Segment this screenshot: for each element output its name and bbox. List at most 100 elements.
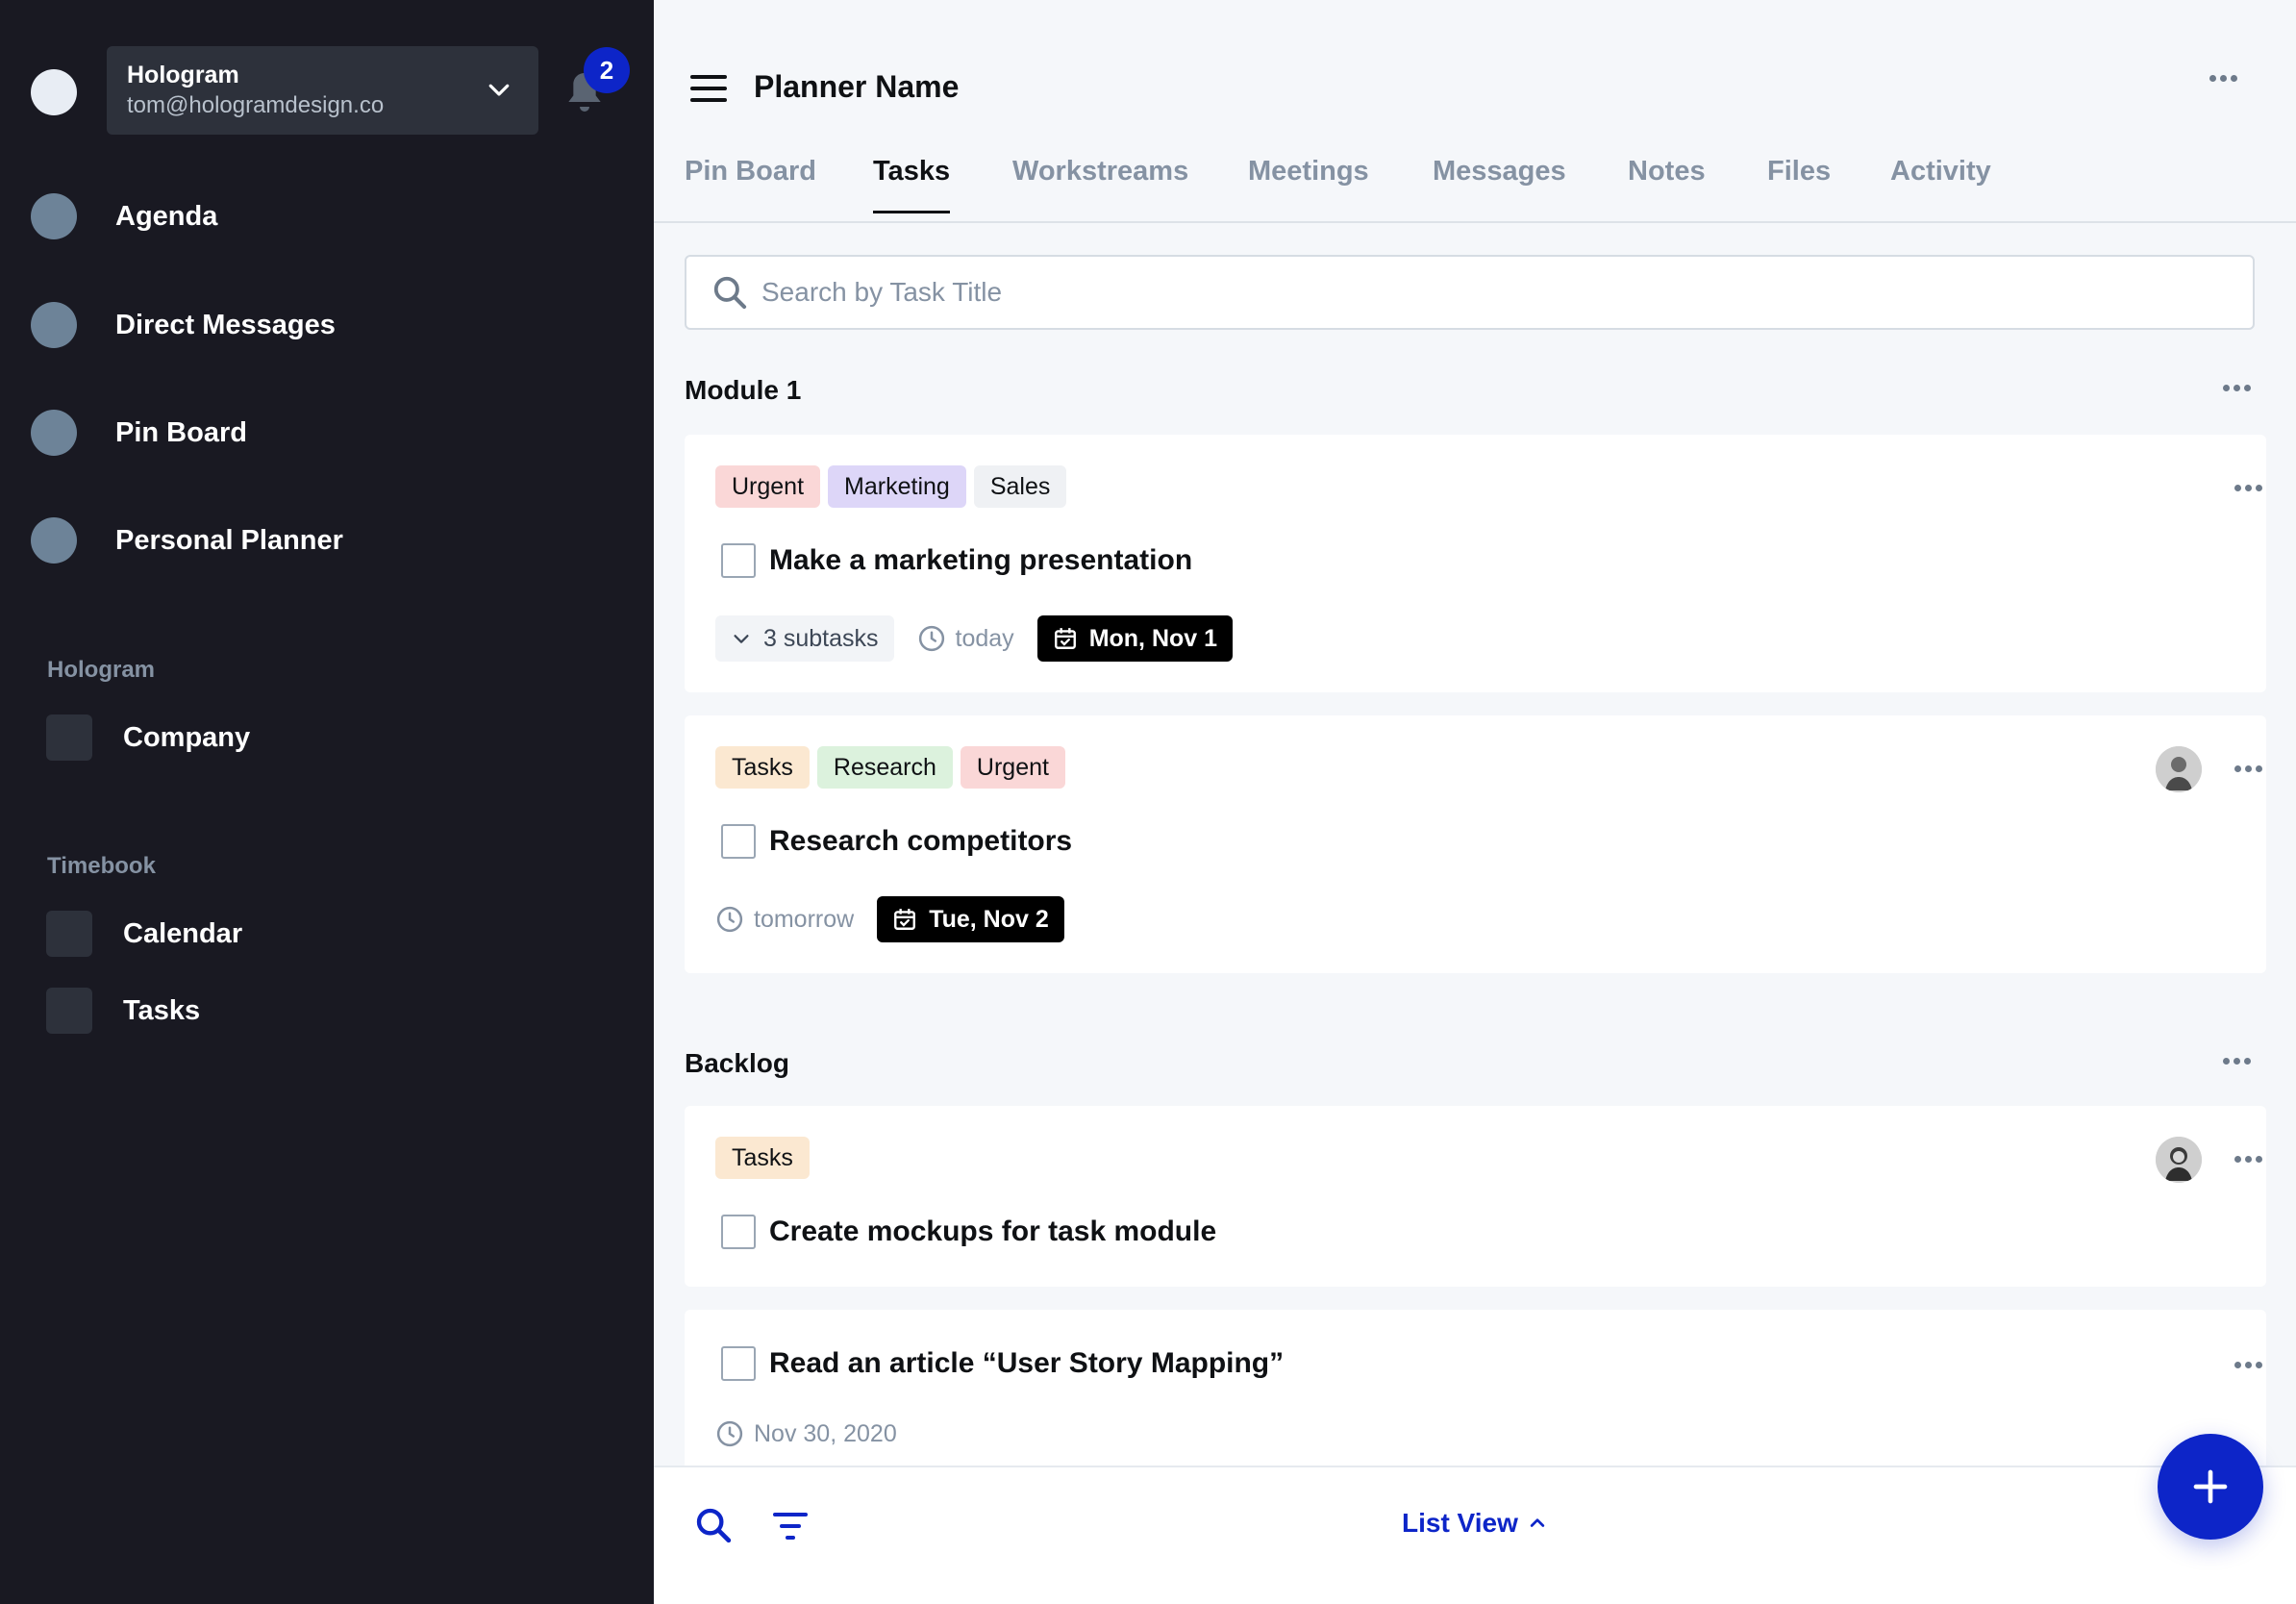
due-time-label: today	[955, 624, 1014, 652]
search-icon[interactable]	[694, 1506, 733, 1544]
sidebar-item-label: Company	[123, 721, 251, 753]
task-card[interactable]: Urgent Marketing Sales Make a marketing …	[685, 435, 2266, 692]
search-input[interactable]	[761, 277, 2108, 308]
main-panel: Planner Name Pin Board Tasks Workstreams…	[654, 0, 2296, 1604]
tab-files[interactable]: Files	[1767, 156, 1831, 211]
tab-pin-board[interactable]: Pin Board	[685, 156, 816, 211]
task-title[interactable]: Make a marketing presentation	[769, 544, 1192, 577]
tab-messages[interactable]: Messages	[1433, 156, 1566, 211]
group-title-module-1: Module 1	[685, 375, 802, 405]
task-meta: 3 subtasks today Mon, Nov 1	[715, 615, 1234, 662]
tag-tasks[interactable]: Tasks	[715, 1137, 810, 1179]
tag-marketing[interactable]: Marketing	[828, 465, 966, 508]
tag-list: Tasks	[715, 1137, 810, 1179]
subtasks-count: 3 subtasks	[763, 624, 879, 652]
add-task-button[interactable]	[2158, 1434, 2263, 1540]
view-switcher-label: List View	[1402, 1508, 1518, 1538]
filter-icon[interactable]	[771, 1510, 810, 1542]
sidebar-item-direct-messages[interactable]: Direct Messages	[31, 302, 336, 348]
calendar-check-icon	[894, 909, 916, 930]
sidebar-item-personal-planner[interactable]: Personal Planner	[31, 517, 343, 564]
task-meta: Nov 30, 2020	[715, 1419, 897, 1448]
task-card[interactable]: Tasks Create mockups for task module	[685, 1106, 2266, 1287]
more-icon[interactable]	[2234, 1362, 2262, 1368]
task-checkbox[interactable]	[721, 1346, 756, 1381]
more-icon[interactable]	[2223, 1058, 2251, 1065]
menu-icon[interactable]	[690, 74, 727, 103]
account-name: Hologram	[127, 62, 239, 88]
due-time: today	[917, 624, 1014, 653]
view-switcher[interactable]: List View	[1402, 1508, 1547, 1539]
section-title-hologram: Hologram	[47, 657, 156, 683]
clock-icon	[918, 625, 944, 652]
task-checkbox[interactable]	[721, 1215, 756, 1249]
tab-activity[interactable]: Activity	[1890, 156, 1991, 211]
group-title-backlog: Backlog	[685, 1048, 789, 1078]
person-icon	[2156, 1137, 2202, 1183]
due-time-label: Nov 30, 2020	[754, 1419, 897, 1447]
agenda-icon	[31, 193, 77, 239]
sidebar: Hologram tom@hologramdesign.co 2 Agenda …	[0, 0, 654, 1604]
sidebar-item-label: Tasks	[123, 994, 201, 1026]
sidebar-item-pin-board[interactable]: Pin Board	[31, 410, 247, 456]
task-checkbox[interactable]	[721, 543, 756, 578]
more-icon[interactable]	[2223, 385, 2251, 391]
tag-list: Tasks Research Urgent	[715, 746, 1065, 789]
sidebar-item-label: Calendar	[123, 917, 243, 949]
assignee-avatar[interactable]	[2156, 746, 2202, 792]
calendar-icon	[46, 911, 92, 957]
due-time: Nov 30, 2020	[715, 1419, 897, 1448]
due-date-badge[interactable]: Mon, Nov 1	[1036, 615, 1234, 662]
task-title[interactable]: Read an article “User Story Mapping”	[769, 1347, 1284, 1380]
tab-notes[interactable]: Notes	[1628, 156, 1706, 211]
task-title[interactable]: Research competitors	[769, 825, 1072, 858]
sidebar-item-label: Agenda	[115, 200, 218, 232]
sidebar-item-company[interactable]: Company	[46, 714, 250, 761]
tab-meetings[interactable]: Meetings	[1248, 156, 1369, 211]
task-card[interactable]: Tasks Research Urgent Research competito…	[685, 715, 2266, 973]
account-switcher[interactable]: Hologram tom@hologramdesign.co	[107, 46, 538, 135]
tag-list: Urgent Marketing Sales	[715, 465, 1067, 508]
subtasks-toggle[interactable]: 3 subtasks	[715, 615, 894, 662]
tag-urgent[interactable]: Urgent	[715, 465, 821, 508]
tag-tasks[interactable]: Tasks	[715, 746, 810, 789]
clock-icon	[716, 1420, 743, 1447]
bottom-toolbar: List View	[654, 1466, 2296, 1604]
calendar-check-icon	[1054, 628, 1076, 649]
tab-workstreams[interactable]: Workstreams	[1012, 156, 1188, 211]
account-avatar[interactable]	[31, 69, 77, 115]
account-email: tom@hologramdesign.co	[127, 92, 385, 118]
search-bar	[685, 255, 2255, 330]
more-icon[interactable]	[2209, 75, 2237, 82]
personal-planner-icon	[31, 517, 77, 564]
tab-tasks[interactable]: Tasks	[873, 156, 951, 213]
page-title: Planner Name	[754, 69, 960, 104]
assignee-avatar[interactable]	[2156, 1137, 2202, 1183]
sidebar-item-label: Pin Board	[115, 416, 247, 448]
sidebar-item-agenda[interactable]: Agenda	[31, 193, 217, 239]
due-time: tomorrow	[715, 905, 854, 934]
due-time-label: tomorrow	[754, 905, 855, 933]
sidebar-item-calendar[interactable]: Calendar	[46, 911, 242, 957]
sidebar-item-label: Personal Planner	[115, 524, 343, 556]
tab-bar: Pin Board Tasks Workstreams Meetings Mes…	[654, 144, 2296, 223]
task-meta: tomorrow Tue, Nov 2	[715, 896, 1064, 942]
sidebar-item-tasks[interactable]: Tasks	[46, 988, 200, 1034]
more-icon[interactable]	[2234, 485, 2262, 491]
tag-urgent[interactable]: Urgent	[960, 746, 1065, 789]
sidebar-item-label: Direct Messages	[115, 309, 336, 340]
clock-icon	[716, 906, 743, 933]
pin-board-icon	[31, 410, 77, 456]
chevron-down-icon	[734, 635, 749, 643]
tag-research[interactable]: Research	[816, 746, 953, 789]
section-title-timebook: Timebook	[47, 853, 156, 879]
notification-badge: 2	[584, 47, 630, 93]
task-title[interactable]: Create mockups for task module	[769, 1216, 1216, 1248]
tag-sales[interactable]: Sales	[973, 465, 1067, 508]
more-icon[interactable]	[2234, 765, 2262, 772]
task-checkbox[interactable]	[721, 824, 756, 859]
more-icon[interactable]	[2234, 1156, 2262, 1163]
due-date-badge[interactable]: Tue, Nov 2	[877, 896, 1064, 942]
tasks-icon	[46, 988, 92, 1034]
chevron-down-icon	[488, 84, 510, 96]
